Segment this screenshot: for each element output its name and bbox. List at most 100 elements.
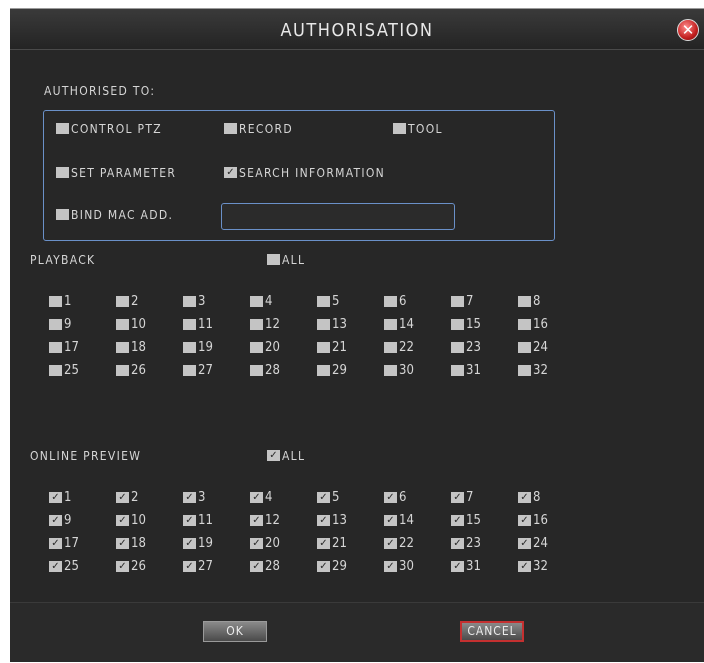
playback-channel-check[interactable] (451, 365, 464, 376)
online-preview-channel-label: 32 (533, 559, 548, 574)
online-preview-channel-check[interactable]: ✓ (116, 515, 129, 526)
playback-channel-check[interactable] (518, 296, 531, 307)
ok-button[interactable]: OK (203, 621, 267, 642)
playback-channel-check[interactable] (317, 365, 330, 376)
online-preview-channel-check[interactable]: ✓ (183, 492, 196, 503)
playback-channel-check[interactable] (49, 342, 62, 353)
playback-channel-check[interactable] (183, 365, 196, 376)
online-preview-channel-label: 2 (131, 490, 139, 505)
online-preview-channel-check[interactable]: ✓ (518, 492, 531, 503)
playback-all-check[interactable] (267, 254, 280, 265)
playback-channel-check[interactable] (250, 342, 263, 353)
playback-channel-check[interactable] (250, 319, 263, 330)
online-preview-channel-check[interactable]: ✓ (49, 515, 62, 526)
online-preview-channel-check[interactable]: ✓ (518, 515, 531, 526)
online-preview-channel-check[interactable]: ✓ (317, 492, 330, 503)
online-preview-channel-check[interactable]: ✓ (49, 538, 62, 549)
playback-channel-check[interactable] (518, 342, 531, 353)
mac-address-input[interactable] (221, 203, 455, 230)
playback-channel-label: 1 (64, 294, 72, 309)
online-preview-channel-check[interactable]: ✓ (317, 561, 330, 572)
playback-channel-check[interactable] (317, 342, 330, 353)
online-preview-channel-label: 19 (198, 536, 213, 551)
online-preview-channel-label: 16 (533, 513, 548, 528)
online-preview-channel-label: 18 (131, 536, 146, 551)
playback-channel-check[interactable] (317, 296, 330, 307)
online-preview-label: ONLINE PREVIEW (30, 449, 142, 463)
playback-channel-check[interactable] (451, 296, 464, 307)
online-preview-channel-check[interactable]: ✓ (183, 538, 196, 549)
playback-channel-check[interactable] (183, 296, 196, 307)
online-preview-channel-label: 12 (265, 513, 280, 528)
online-preview-channel-check[interactable]: ✓ (116, 538, 129, 549)
online-preview-channel-check[interactable]: ✓ (183, 561, 196, 572)
online-preview-channel-check[interactable]: ✓ (384, 561, 397, 572)
playback-channel-label: 8 (533, 294, 541, 309)
online-preview-channel-check[interactable]: ✓ (384, 515, 397, 526)
online-preview-channel-check[interactable]: ✓ (250, 492, 263, 503)
online-preview-channel-label: 9 (64, 513, 72, 528)
online-preview-channel-check[interactable]: ✓ (317, 538, 330, 549)
online-preview-channel-check[interactable]: ✓ (384, 492, 397, 503)
online-preview-channel-check[interactable]: ✓ (250, 538, 263, 549)
playback-channel-check[interactable] (49, 296, 62, 307)
playback-channel-check[interactable] (116, 319, 129, 330)
online-preview-channel-check[interactable]: ✓ (49, 492, 62, 503)
playback-channel-check[interactable] (451, 319, 464, 330)
playback-channel-check[interactable] (384, 342, 397, 353)
playback-channel-check[interactable] (384, 365, 397, 376)
playback-channel-check[interactable] (317, 319, 330, 330)
playback-channel-check[interactable] (250, 365, 263, 376)
record-check[interactable] (224, 123, 237, 134)
online-preview-channel-check[interactable]: ✓ (451, 492, 464, 503)
online-preview-channel-check[interactable]: ✓ (451, 561, 464, 572)
control-ptz-check[interactable] (56, 123, 69, 134)
search-information-check[interactable]: ✓ (224, 167, 237, 178)
online-preview-channel-check[interactable]: ✓ (183, 515, 196, 526)
playback-channel-check[interactable] (49, 365, 62, 376)
cancel-button[interactable]: CANCEL (460, 621, 524, 642)
playback-channel-label: 9 (64, 317, 72, 332)
playback-channel-label: 30 (399, 363, 414, 378)
playback-channel-check[interactable] (183, 342, 196, 353)
playback-channel-check[interactable] (250, 296, 263, 307)
playback-channel-label: 14 (399, 317, 414, 332)
close-icon[interactable]: ✕ (677, 19, 699, 41)
playback-channel-label: 19 (198, 340, 213, 355)
online-preview-channel-label: 24 (533, 536, 548, 551)
bind-mac-check[interactable] (56, 209, 69, 220)
online-preview-channel-label: 30 (399, 559, 414, 574)
online-preview-channel-check[interactable]: ✓ (250, 515, 263, 526)
tool-check[interactable] (393, 123, 406, 134)
online-preview-channel-label: 23 (466, 536, 481, 551)
playback-channel-check[interactable] (518, 365, 531, 376)
online-preview-channel-check[interactable]: ✓ (384, 538, 397, 549)
playback-channel-check[interactable] (451, 342, 464, 353)
playback-channel-label: 7 (466, 294, 474, 309)
control-ptz-label: CONTROL PTZ (71, 122, 162, 136)
playback-channel-check[interactable] (384, 296, 397, 307)
playback-channel-check[interactable] (518, 319, 531, 330)
online-preview-channel-check[interactable]: ✓ (116, 561, 129, 572)
online-preview-channel-check[interactable]: ✓ (317, 515, 330, 526)
playback-channel-check[interactable] (49, 319, 62, 330)
online-preview-channel-check[interactable]: ✓ (49, 561, 62, 572)
set-parameter-check[interactable] (56, 167, 69, 178)
online-preview-channel-check[interactable]: ✓ (451, 515, 464, 526)
playback-channel-check[interactable] (384, 319, 397, 330)
playback-channel-check[interactable] (116, 296, 129, 307)
online-preview-channel-check[interactable]: ✓ (518, 538, 531, 549)
online-preview-channel-check[interactable]: ✓ (116, 492, 129, 503)
online-preview-channel-label: 26 (131, 559, 146, 574)
online-preview-channel-check[interactable]: ✓ (518, 561, 531, 572)
online-preview-channel-label: 31 (466, 559, 481, 574)
playback-channel-label: 6 (399, 294, 407, 309)
online-preview-channel-label: 11 (198, 513, 213, 528)
online-preview-channel-label: 28 (265, 559, 280, 574)
playback-channel-check[interactable] (183, 319, 196, 330)
online-preview-channel-check[interactable]: ✓ (451, 538, 464, 549)
playback-channel-check[interactable] (116, 365, 129, 376)
online-preview-all-check[interactable]: ✓ (267, 450, 280, 461)
playback-channel-check[interactable] (116, 342, 129, 353)
online-preview-channel-check[interactable]: ✓ (250, 561, 263, 572)
